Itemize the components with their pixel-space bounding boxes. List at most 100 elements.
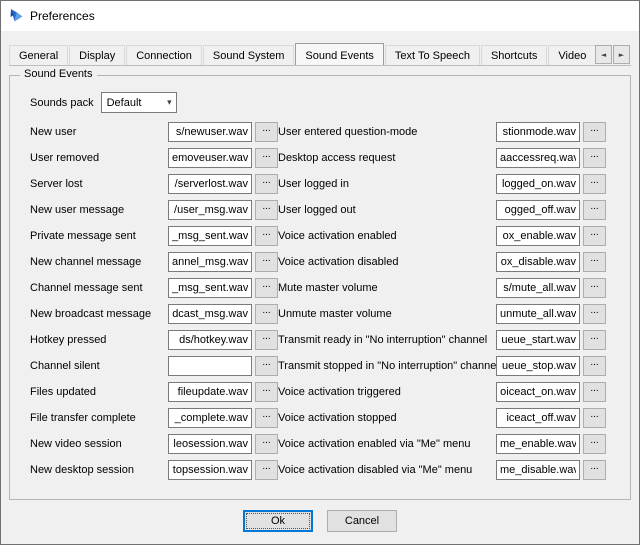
sound-event-row: Files updated...	[30, 379, 278, 405]
browse-button[interactable]: ...	[255, 122, 278, 142]
tab-list: GeneralDisplayConnectionSound SystemSoun…	[9, 43, 595, 65]
sound-file-input[interactable]	[496, 304, 580, 324]
browse-button[interactable]: ...	[255, 252, 278, 272]
sound-file-input[interactable]	[496, 460, 580, 480]
sound-event-row: File transfer complete...	[30, 405, 278, 431]
sound-file-input[interactable]	[496, 252, 580, 272]
ok-button[interactable]: Ok	[243, 510, 313, 532]
sound-event-row: Channel silent...	[30, 353, 278, 379]
browse-button[interactable]: ...	[583, 460, 606, 480]
sound-file-input[interactable]	[168, 252, 252, 272]
sound-file-input[interactable]	[496, 226, 580, 246]
sound-event-label: Voice activation disabled	[278, 256, 496, 268]
tab-scroll-right-button[interactable]: ►	[613, 45, 630, 64]
sound-event-label: New channel message	[30, 256, 168, 268]
sound-event-row: User entered question-mode...	[278, 119, 618, 145]
preferences-window: Preferences GeneralDisplayConnectionSoun…	[0, 0, 640, 545]
browse-button[interactable]: ...	[255, 278, 278, 298]
browse-button[interactable]: ...	[255, 148, 278, 168]
sound-event-label: Files updated	[30, 386, 168, 398]
sound-file-input[interactable]	[496, 408, 580, 428]
tab-sound-system[interactable]: Sound System	[203, 45, 295, 65]
browse-button[interactable]: ...	[255, 304, 278, 324]
tab-sound-events[interactable]: Sound Events	[295, 43, 384, 65]
browse-button[interactable]: ...	[255, 226, 278, 246]
browse-button[interactable]: ...	[583, 226, 606, 246]
sound-file-input[interactable]	[496, 434, 580, 454]
sound-file-input[interactable]	[168, 148, 252, 168]
sound-event-row: Transmit ready in "No interruption" chan…	[278, 327, 618, 353]
browse-button[interactable]: ...	[583, 330, 606, 350]
sound-file-input[interactable]	[168, 304, 252, 324]
sound-event-label: Hotkey pressed	[30, 334, 168, 346]
sound-event-label: Transmit ready in "No interruption" chan…	[278, 334, 496, 346]
sound-file-input[interactable]	[496, 122, 580, 142]
sound-event-label: Voice activation enabled via "Me" menu	[278, 438, 496, 450]
sound-event-label: User logged in	[278, 178, 496, 190]
browse-button[interactable]: ...	[583, 356, 606, 376]
sound-event-label: Channel silent	[30, 360, 168, 372]
sound-file-input[interactable]	[168, 460, 252, 480]
tab-video[interactable]: Video	[548, 45, 595, 65]
browse-button[interactable]: ...	[255, 434, 278, 454]
sound-file-input[interactable]	[496, 356, 580, 376]
browse-button[interactable]: ...	[583, 174, 606, 194]
sound-file-input[interactable]	[168, 278, 252, 298]
browse-button[interactable]: ...	[255, 356, 278, 376]
sound-file-input[interactable]	[496, 148, 580, 168]
browse-button[interactable]: ...	[255, 382, 278, 402]
sound-event-row: Channel message sent...	[30, 275, 278, 301]
sound-event-row: User logged out...	[278, 197, 618, 223]
sound-file-input[interactable]	[168, 122, 252, 142]
browse-button[interactable]: ...	[583, 382, 606, 402]
sound-file-input[interactable]	[168, 408, 252, 428]
browse-button[interactable]: ...	[255, 330, 278, 350]
sound-file-input[interactable]	[168, 382, 252, 402]
browse-button[interactable]: ...	[583, 408, 606, 428]
tab-scroll: ◄ ►	[595, 45, 631, 64]
tab-text-to-speech[interactable]: Text To Speech	[385, 45, 480, 65]
cancel-button[interactable]: Cancel	[327, 510, 397, 532]
browse-button[interactable]: ...	[583, 434, 606, 454]
sound-file-input[interactable]	[496, 382, 580, 402]
browse-button[interactable]: ...	[255, 460, 278, 480]
tab-connection[interactable]: Connection	[126, 45, 202, 65]
sound-event-label: Voice activation triggered	[278, 386, 496, 398]
sound-file-input[interactable]	[168, 200, 252, 220]
browse-button[interactable]: ...	[255, 200, 278, 220]
sound-event-row: Hotkey pressed...	[30, 327, 278, 353]
browse-button[interactable]: ...	[583, 304, 606, 324]
browse-button[interactable]: ...	[583, 148, 606, 168]
sound-file-input[interactable]	[168, 226, 252, 246]
sound-file-input[interactable]	[168, 356, 252, 376]
tab-shortcuts[interactable]: Shortcuts	[481, 45, 547, 65]
sound-file-input[interactable]	[496, 200, 580, 220]
sound-event-row: New broadcast message...	[30, 301, 278, 327]
tab-baseline	[9, 65, 631, 66]
tab-scroll-left-button[interactable]: ◄	[595, 45, 612, 64]
tab-display[interactable]: Display	[69, 45, 125, 65]
browse-button[interactable]: ...	[583, 278, 606, 298]
sound-event-label: Channel message sent	[30, 282, 168, 294]
sound-event-row: Server lost...	[30, 171, 278, 197]
sound-file-input[interactable]	[496, 330, 580, 350]
browse-button[interactable]: ...	[255, 174, 278, 194]
sound-file-input[interactable]	[496, 174, 580, 194]
tab-general[interactable]: General	[9, 45, 68, 65]
sound-event-row: Voice activation triggered...	[278, 379, 618, 405]
browse-button[interactable]: ...	[255, 408, 278, 428]
sound-event-row: User logged in...	[278, 171, 618, 197]
sound-file-input[interactable]	[168, 330, 252, 350]
sounds-pack-select[interactable]: Default ▾	[101, 92, 177, 113]
sound-file-input[interactable]	[168, 174, 252, 194]
sound-event-label: Transmit stopped in "No interruption" ch…	[278, 360, 496, 372]
sound-event-row: User removed...	[30, 145, 278, 171]
browse-button[interactable]: ...	[583, 200, 606, 220]
browse-button[interactable]: ...	[583, 252, 606, 272]
sound-event-row: Transmit stopped in "No interruption" ch…	[278, 353, 618, 379]
group-title: Sound Events	[20, 68, 97, 80]
sound-event-label: New desktop session	[30, 464, 168, 476]
sound-file-input[interactable]	[496, 278, 580, 298]
browse-button[interactable]: ...	[583, 122, 606, 142]
sound-file-input[interactable]	[168, 434, 252, 454]
